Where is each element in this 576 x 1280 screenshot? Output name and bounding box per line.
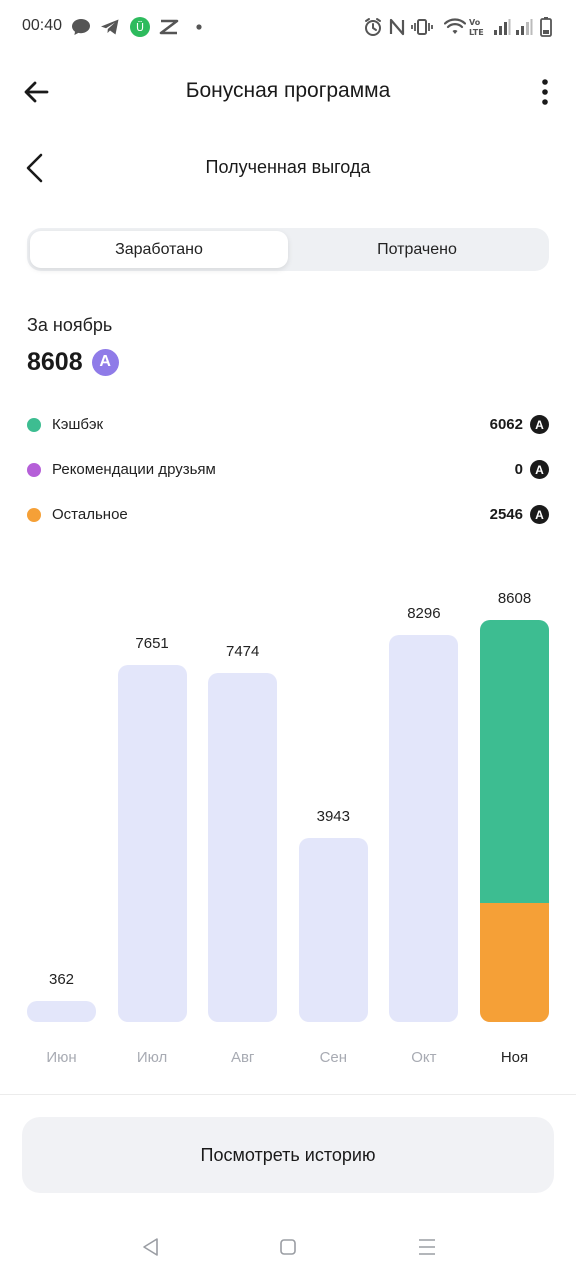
signal-icon <box>492 16 512 38</box>
breakdown-label: Рекомендации друзьям <box>52 461 216 478</box>
chart-value-label: 8296 <box>407 605 441 622</box>
legend-dot <box>27 463 41 477</box>
tab-spent[interactable]: Потрачено <box>288 231 546 268</box>
chat-bubble-icon <box>70 16 92 38</box>
chart-bar-segment <box>480 620 549 904</box>
monthly-bar-chart: 362 Июн 7651 Июл 7474 Авг 3943 Сен 8296 Окт 8608 Но… <box>0 570 576 1080</box>
chart-month-label[interactable]: Июн <box>22 1049 102 1066</box>
chart-bar[interactable] <box>27 1001 96 1022</box>
nav-home-icon[interactable] <box>275 1234 301 1260</box>
volte-icon: Vo LTE <box>468 16 490 38</box>
app-green-icon: Ü <box>129 16 151 38</box>
svg-text:Ü: Ü <box>136 21 144 34</box>
chart-month-label[interactable]: Авг <box>203 1049 283 1066</box>
chart-month-label[interactable]: Окт <box>384 1049 464 1066</box>
status-bar: 00:40 Ü Vo LTE <box>0 0 576 54</box>
chart-value-label: 362 <box>48 971 75 988</box>
tab-earned[interactable]: Заработано <box>30 231 288 268</box>
chart-bar[interactable] <box>298 838 368 1022</box>
chart-value-label: 8608 <box>497 590 532 607</box>
view-history-button[interactable]: Посмотреть историю <box>22 1117 554 1193</box>
total-value: 8608 <box>27 347 83 376</box>
legend-dot <box>27 418 41 432</box>
bonus-currency-icon: A <box>530 460 549 479</box>
chart-bar[interactable] <box>208 673 278 1022</box>
chart-bar[interactable] <box>389 635 459 1022</box>
bonus-currency-icon: A <box>91 348 119 376</box>
chart-bar[interactable] <box>117 665 187 1022</box>
capcut-icon <box>158 16 180 38</box>
page-title: Бонусная программа <box>185 79 391 102</box>
breakdown-item-cashback: Кэшбэк 6062 A <box>27 413 549 437</box>
alarm-icon <box>363 16 383 38</box>
breakdown-item-other: Остальное 2546 A <box>27 503 549 527</box>
nav-back-icon[interactable] <box>138 1234 164 1260</box>
chart-month-label[interactable]: Июл <box>112 1049 192 1066</box>
breakdown-label: Кэшбэк <box>52 416 104 433</box>
telegram-icon <box>99 16 121 38</box>
breakdown-item-referrals: Рекомендации друзьям 0 A <box>27 458 549 482</box>
svg-text:Vo: Vo <box>469 18 481 27</box>
chart-bar-segment <box>480 903 549 1022</box>
total-row: 8608 A <box>27 346 119 378</box>
dot-icon <box>194 16 204 38</box>
chart-month-label[interactable]: Ноя <box>475 1049 555 1066</box>
segmented-control: Заработано Потрачено <box>27 228 549 271</box>
system-nav-bar <box>0 1222 576 1272</box>
chart-month-label[interactable]: Сен <box>293 1049 373 1066</box>
signal-icon <box>514 16 534 38</box>
sub-header: Полученная выгода <box>0 140 576 196</box>
breakdown-label: Остальное <box>52 506 128 523</box>
divider <box>0 1094 576 1095</box>
breakdown-value: 2546 <box>489 506 523 523</box>
chart-bar[interactable] <box>480 620 549 1022</box>
section-title: Полученная выгода <box>205 157 371 177</box>
breakdown-value: 0 <box>514 461 523 478</box>
more-vertical-icon[interactable] <box>530 76 560 108</box>
svg-text:LTE: LTE <box>469 28 484 37</box>
legend-dot <box>27 508 41 522</box>
app-bar: Бонусная программа <box>0 62 576 122</box>
nfc-icon <box>388 16 406 38</box>
breakdown-value: 6062 <box>489 416 523 433</box>
nav-recents-icon[interactable] <box>414 1234 440 1260</box>
wifi-icon <box>443 16 467 38</box>
chart-value-label: 7474 <box>226 643 260 660</box>
period-label: За ноябрь <box>27 315 113 335</box>
bonus-currency-icon: A <box>530 415 549 434</box>
status-time: 00:40 <box>22 17 63 34</box>
vibrate-icon <box>411 16 433 38</box>
chart-value-label: 7651 <box>135 635 169 652</box>
bonus-currency-icon: A <box>530 505 549 524</box>
battery-icon <box>538 16 554 38</box>
chart-value-label: 3943 <box>316 808 350 825</box>
